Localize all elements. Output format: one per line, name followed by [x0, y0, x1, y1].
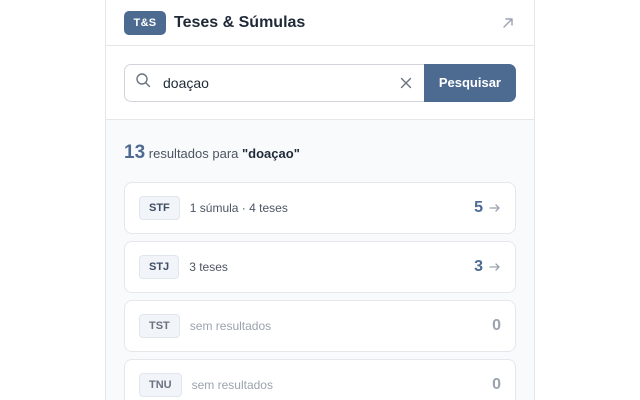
result-card-tnu: TNU sem resultados 0 — [124, 359, 516, 400]
result-count: 5 — [474, 199, 483, 216]
result-card-stj[interactable]: STJ 3 teses 3 — [124, 241, 516, 293]
results-area: 13 resultados para "doaçao" STF 1 súmula… — [106, 120, 534, 400]
court-badge: STF — [139, 196, 180, 220]
results-summary: 13 resultados para "doaçao" — [124, 120, 516, 182]
result-count: 0 — [492, 317, 501, 334]
court-badge: TST — [139, 314, 180, 338]
search-bar: Pesquisar — [106, 46, 534, 120]
results-count: 13 — [124, 142, 146, 163]
result-description: 3 teses — [189, 260, 228, 274]
result-description: sem resultados — [191, 378, 273, 392]
result-description: sem resultados — [189, 319, 272, 333]
panel-title: Teses & Súmulas — [174, 13, 306, 31]
search-box — [124, 63, 424, 102]
court-badge: STJ — [139, 255, 180, 279]
result-card-stf[interactable]: STF 1 súmula · 4 teses 5 — [124, 182, 516, 234]
search-input[interactable] — [161, 73, 398, 92]
panel-header: T&S Teses & Súmulas — [106, 0, 534, 46]
arrow-right-icon — [489, 260, 503, 274]
arrow-right-icon — [489, 201, 503, 215]
result-count: 0 — [492, 376, 501, 393]
results-query: "doaçao" — [242, 146, 300, 161]
result-description: 1 súmula · 4 teses — [189, 201, 288, 215]
search-icon — [135, 72, 151, 93]
court-badge: TNU — [139, 373, 182, 397]
external-arrow-icon[interactable] — [500, 15, 516, 31]
teses-sumulas-panel: T&S Teses & Súmulas Pesquisar 13 resulta… — [105, 0, 535, 400]
close-icon[interactable] — [398, 75, 414, 91]
app-logo: T&S — [124, 10, 166, 35]
result-count: 3 — [474, 258, 483, 275]
search-button[interactable]: Pesquisar — [423, 63, 516, 102]
result-card-tst: TST sem resultados 0 — [124, 300, 516, 352]
results-text: resultados para — [148, 146, 239, 161]
